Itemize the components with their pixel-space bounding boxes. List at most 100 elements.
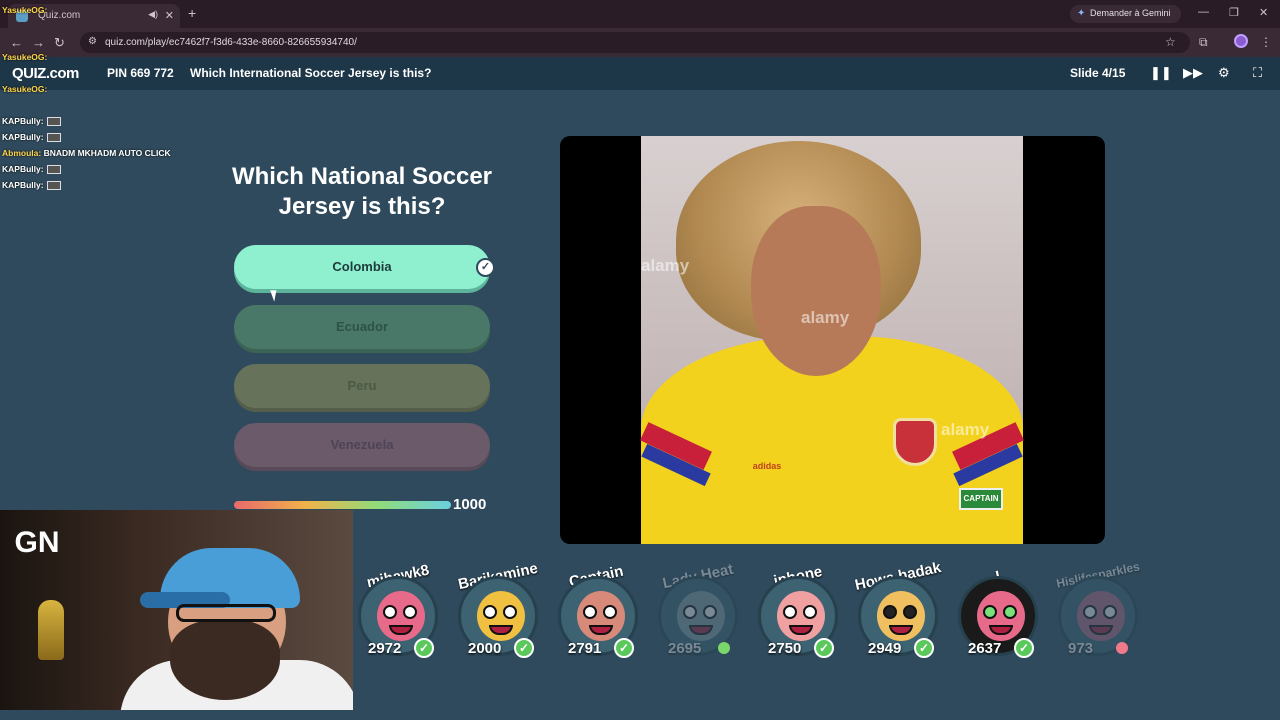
emote-icon — [46, 133, 61, 143]
bookmark-star-icon[interactable]: ☆ — [1165, 35, 1176, 49]
answer-venezuela[interactable]: Venezuela — [234, 423, 490, 467]
answer-colombia[interactable]: Colombia — [234, 245, 490, 289]
mouth — [1089, 625, 1113, 635]
restore-icon[interactable]: ❐ — [1229, 6, 1239, 19]
eye — [783, 605, 797, 619]
pause-icon[interactable]: ❚❚ — [1150, 65, 1172, 81]
avatar-face — [577, 591, 625, 641]
correct-check-icon: ✓ — [1014, 638, 1034, 658]
player-score: 2949 — [868, 640, 902, 657]
federation-crest-icon — [893, 418, 937, 466]
streamer-beard — [170, 620, 280, 700]
answer-label: Peru — [347, 378, 377, 393]
correct-check-icon: ✓ — [414, 638, 434, 658]
trophy-icon — [38, 600, 64, 660]
mouth — [889, 625, 913, 635]
answer-label: Ecuador — [335, 319, 388, 334]
correct-check-icon: ✓ — [476, 258, 495, 277]
chat-message: YasukeOG: — [2, 84, 48, 94]
emote-icon — [46, 165, 61, 175]
forward-icon[interactable]: → — [32, 35, 45, 50]
player-card: mihawk8 2972 ✓ — [350, 560, 446, 670]
avatar-face — [1077, 591, 1125, 641]
close-window-icon[interactable]: ✕ — [1259, 6, 1268, 19]
avatar-face — [477, 591, 525, 641]
browser-tabbar: Quiz.com ◀) ✕ + ✦ Demander à Gemini — ❐ … — [0, 0, 1280, 28]
chat-message: Abmoula: BNADM MKHADM AUTO CLICK — [2, 148, 171, 158]
eye — [1083, 605, 1097, 619]
gemini-button[interactable]: ✦ Demander à Gemini — [1070, 5, 1181, 23]
points-timer-bar — [234, 501, 451, 509]
eye — [503, 605, 517, 619]
emote-icon — [46, 117, 61, 127]
close-tab-icon[interactable]: ✕ — [165, 9, 174, 22]
player-score: 2750 — [768, 640, 802, 657]
new-tab-button[interactable]: + — [188, 5, 196, 21]
avatar-face — [377, 591, 425, 641]
mouth — [389, 625, 413, 635]
player-photo: adidas alamy alamy alamy CAPTAIN — [640, 136, 1024, 544]
extensions-icon[interactable]: ⧉ — [1199, 35, 1208, 50]
chat-message: KAPBully: — [2, 116, 61, 127]
eye — [483, 605, 497, 619]
eye — [1003, 605, 1017, 619]
watermark: alamy — [941, 420, 990, 439]
question-text: Which National Soccer Jersey is this? — [231, 163, 493, 220]
profile-avatar[interactable] — [1234, 34, 1248, 48]
settings-gear-icon[interactable]: ⚙ — [1218, 65, 1230, 81]
player-score: 2972 — [368, 640, 402, 657]
eye — [703, 605, 717, 619]
skip-forward-icon[interactable]: ▶▶ — [1183, 65, 1203, 81]
player-score: 2000 — [468, 640, 502, 657]
sunglasses-icon — [883, 605, 897, 619]
face — [751, 206, 881, 376]
brand-logo: adidas — [752, 461, 782, 471]
gemini-label: Demander à Gemini — [1090, 8, 1171, 18]
mouth — [789, 625, 813, 635]
mouth — [489, 625, 513, 635]
player-card: iphone 2750 ✓ — [750, 560, 846, 670]
minimize-icon[interactable]: — — [1198, 6, 1209, 18]
answer-ecuador[interactable]: Ecuador — [234, 305, 490, 349]
quiz-title: Which International Soccer Jersey is thi… — [190, 66, 432, 80]
correct-check-icon: ✓ — [814, 638, 834, 658]
wrong-status-dot — [1116, 642, 1128, 654]
pending-status-dot — [718, 642, 730, 654]
player-score: 2695 — [668, 640, 702, 657]
game-pin: PIN 669 772 — [107, 66, 174, 80]
back-icon[interactable]: ← — [10, 35, 23, 50]
captain-armband: CAPTAIN — [959, 488, 1003, 510]
correct-check-icon: ✓ — [614, 638, 634, 658]
eye — [683, 605, 697, 619]
player-card: Barikamine 2000 ✓ — [450, 560, 546, 670]
streamer-glasses — [176, 604, 276, 622]
slide-counter: Slide 4/15 — [1070, 66, 1126, 80]
chat-message: YasukeOG: — [2, 52, 48, 62]
browser-addressbar: ← → ↻ ⚙ quiz.com/play/ec7462f7-f3d6-433e… — [0, 28, 1280, 57]
answer-peru[interactable]: Peru — [234, 364, 490, 408]
avatar-face — [877, 591, 925, 641]
emote-icon — [46, 181, 61, 191]
url-field[interactable]: ⚙ quiz.com/play/ec7462f7-f3d6-433e-8660-… — [80, 32, 1190, 53]
eye — [583, 605, 597, 619]
watermark: alamy — [801, 308, 850, 327]
avatar-face — [977, 591, 1025, 641]
timer-fill — [234, 501, 451, 509]
player-score: 2791 — [568, 640, 602, 657]
eye — [383, 605, 397, 619]
reload-icon[interactable]: ↻ — [54, 35, 65, 51]
fullscreen-icon[interactable]: ⛶ — [1253, 65, 1262, 81]
gn-logo: GN — [14, 526, 60, 559]
player-score: 2637 — [968, 640, 1002, 657]
sunglasses-icon — [903, 605, 917, 619]
menu-kebab-icon[interactable]: ⋮ — [1260, 35, 1272, 49]
player-card: Howa hadak 2949 ✓ — [850, 559, 946, 670]
player-score: 973 — [1068, 640, 1094, 657]
mouth — [689, 625, 713, 635]
correct-check-icon: ✓ — [514, 638, 534, 658]
player-card: Captain Wasp 2791 ✓ — [550, 560, 646, 670]
quiz-logo[interactable]: QUIZ.com — [12, 65, 79, 82]
site-info-icon[interactable]: ⚙ — [88, 36, 97, 47]
speaker-icon[interactable]: ◀) — [148, 9, 158, 20]
eye — [803, 605, 817, 619]
